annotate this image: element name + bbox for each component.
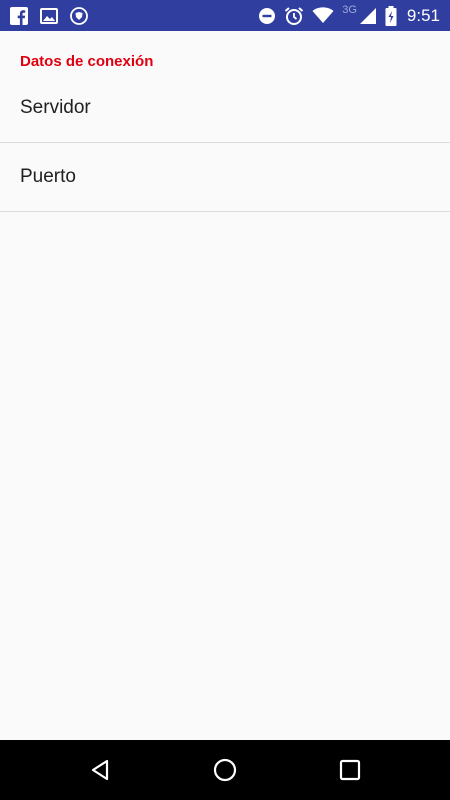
back-icon bbox=[91, 759, 109, 781]
notification-icons bbox=[10, 5, 88, 26]
status-bar: 3G 9:51 bbox=[0, 0, 450, 31]
preference-label: Servidor bbox=[20, 97, 91, 118]
clock: 9:51 bbox=[406, 5, 440, 25]
category-title: Datos de conexión bbox=[20, 53, 154, 70]
facebook-icon bbox=[10, 6, 28, 25]
preference-server[interactable]: Servidor bbox=[0, 74, 450, 143]
alarm-icon bbox=[284, 6, 304, 26]
image-icon bbox=[40, 7, 58, 24]
settings-screen: Datos de conexión Servidor Puerto bbox=[0, 31, 450, 740]
vpn-shield-icon bbox=[70, 6, 88, 25]
recents-icon bbox=[339, 759, 361, 781]
back-button[interactable] bbox=[85, 755, 115, 785]
preference-label: Puerto bbox=[20, 166, 76, 187]
system-icons: 3G 9:51 bbox=[258, 0, 440, 31]
do-not-disturb-icon bbox=[258, 7, 276, 25]
recents-button[interactable] bbox=[335, 755, 365, 785]
home-icon bbox=[213, 758, 237, 782]
battery-charging-icon bbox=[385, 5, 397, 26]
navigation-bar bbox=[0, 740, 450, 800]
cell-signal-icon bbox=[359, 7, 377, 25]
home-button[interactable] bbox=[210, 755, 240, 785]
wifi-icon bbox=[312, 7, 334, 24]
network-type-label: 3G bbox=[342, 3, 357, 16]
preference-port[interactable]: Puerto bbox=[0, 143, 450, 212]
